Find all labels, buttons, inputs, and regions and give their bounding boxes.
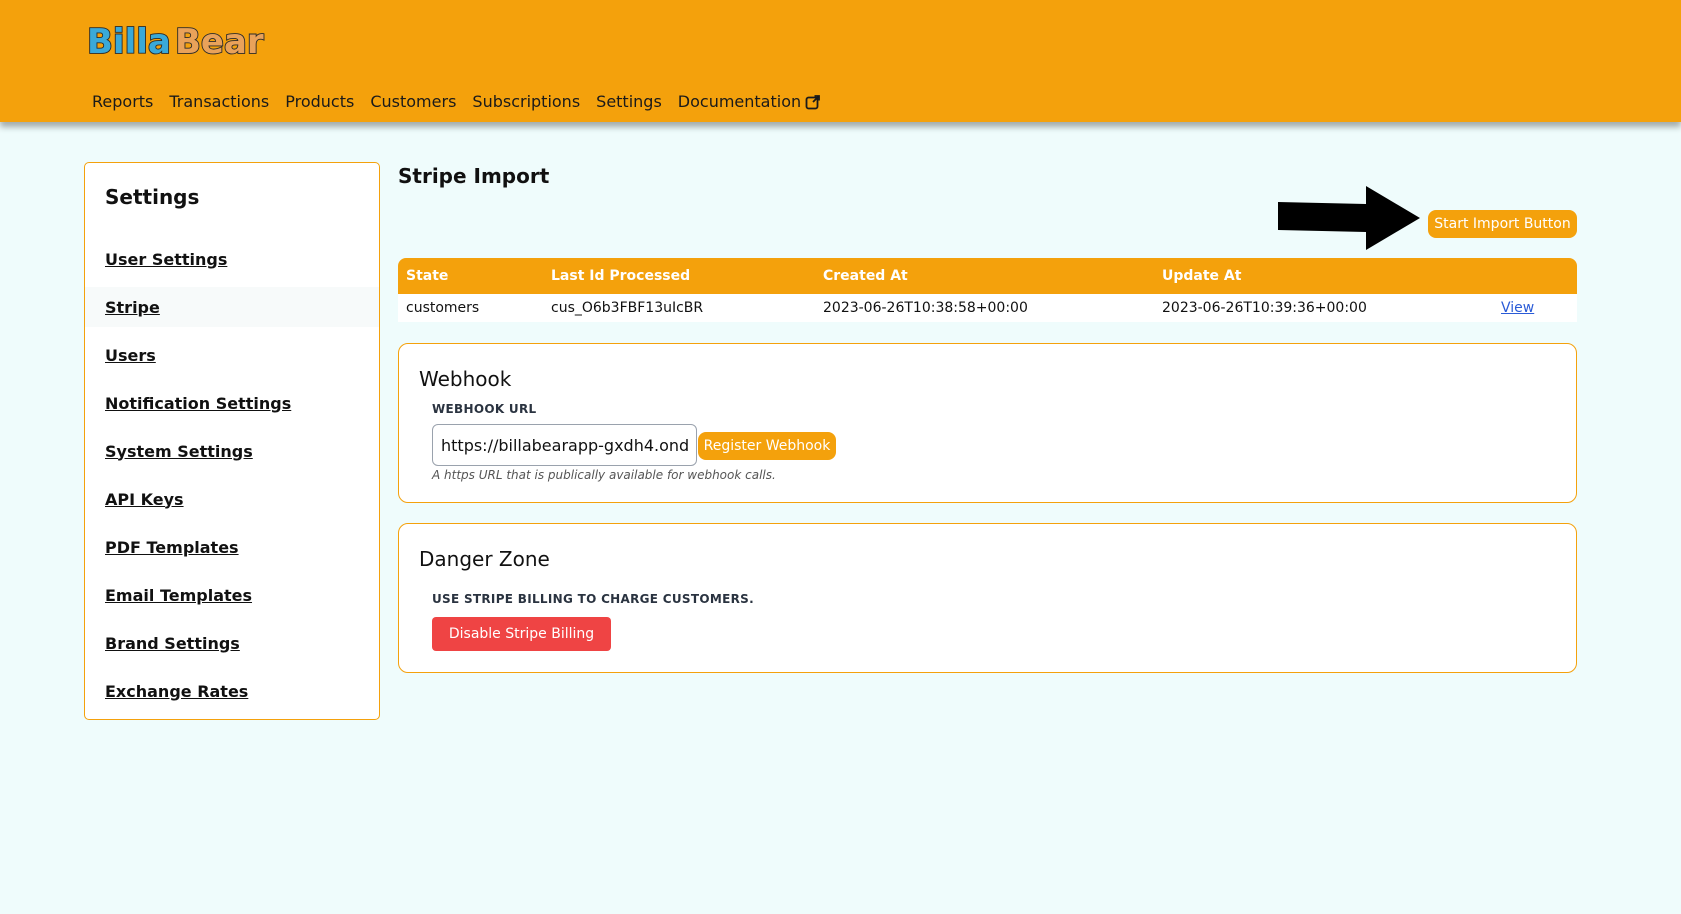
nav-documentation[interactable]: Documentation xyxy=(678,92,821,111)
webhook-url-input[interactable] xyxy=(432,424,697,466)
sidebar-item-brand-settings[interactable]: Brand Settings xyxy=(85,623,379,663)
nav-subscriptions[interactable]: Subscriptions xyxy=(472,92,580,111)
col-created-at: Created At xyxy=(823,268,908,284)
nav-customers[interactable]: Customers xyxy=(370,92,456,111)
settings-sidebar: Settings User Settings Stripe Users Noti… xyxy=(84,162,380,720)
sidebar-title: Settings xyxy=(105,185,200,209)
sidebar-item-exchange-rates[interactable]: Exchange Rates xyxy=(85,671,379,711)
table-header: State Last Id Processed Created At Updat… xyxy=(398,258,1577,294)
cell-update-at: 2023-06-26T10:39:36+00:00 xyxy=(1162,300,1367,316)
webhook-url-label: WEBHOOK URL xyxy=(432,402,537,416)
cell-state: customers xyxy=(406,300,480,316)
sidebar-item-system-settings[interactable]: System Settings xyxy=(85,431,379,471)
nav-settings[interactable]: Settings xyxy=(596,92,662,111)
external-link-icon xyxy=(805,94,821,109)
sidebar-item-api-keys[interactable]: API Keys xyxy=(85,479,379,519)
webhook-card: Webhook WEBHOOK URL Register Webhook A h… xyxy=(398,343,1577,503)
register-webhook-button[interactable]: Register Webhook xyxy=(698,432,836,460)
webhook-title: Webhook xyxy=(419,367,512,391)
sidebar-item-stripe[interactable]: Stripe xyxy=(85,287,379,327)
sidebar-item-user-settings[interactable]: User Settings xyxy=(85,239,379,279)
sidebar-item-users[interactable]: Users xyxy=(85,335,379,375)
nav-reports[interactable]: Reports xyxy=(92,92,153,111)
danger-zone-title: Danger Zone xyxy=(419,547,550,571)
nav-documentation-label: Documentation xyxy=(677,92,802,111)
nav-products[interactable]: Products xyxy=(285,92,354,111)
danger-zone-card: Danger Zone USE STRIPE BILLING TO CHARGE… xyxy=(398,523,1577,673)
nav-transactions[interactable]: Transactions xyxy=(169,92,269,111)
page-title: Stripe Import xyxy=(398,164,550,188)
svg-text:Bear: Bear xyxy=(175,22,264,60)
sidebar-item-email-templates[interactable]: Email Templates xyxy=(85,575,379,615)
disable-stripe-billing-button[interactable]: Disable Stripe Billing xyxy=(432,617,611,651)
webhook-help-text: A https URL that is publically available… xyxy=(432,468,776,482)
sidebar-item-notification-settings[interactable]: Notification Settings xyxy=(85,383,379,423)
svg-text:Billa: Billa xyxy=(87,22,171,60)
cell-last-id: cus_O6b3FBF13uIcBR xyxy=(551,300,704,316)
arrow-right-icon xyxy=(1278,186,1420,250)
stripe-billing-label: USE STRIPE BILLING TO CHARGE CUSTOMERS. xyxy=(432,592,754,606)
view-link[interactable]: View xyxy=(1501,294,1534,322)
start-import-button[interactable]: Start Import Button xyxy=(1428,210,1577,238)
import-table: State Last Id Processed Created At Updat… xyxy=(398,258,1577,322)
col-state: State xyxy=(406,268,449,284)
sidebar-item-pdf-templates[interactable]: PDF Templates xyxy=(85,527,379,567)
cell-created-at: 2023-06-26T10:38:58+00:00 xyxy=(823,300,1028,316)
top-header: Billa Bear Reports Transactions Products… xyxy=(0,0,1681,122)
col-last-id: Last Id Processed xyxy=(551,268,691,284)
table-row: customers cus_O6b3FBF13uIcBR 2023-06-26T… xyxy=(398,294,1577,322)
billabear-logo[interactable]: Billa Bear xyxy=(85,22,265,60)
col-update-at: Update At xyxy=(1162,268,1242,284)
main-nav: Reports Transactions Products Customers … xyxy=(92,92,837,111)
